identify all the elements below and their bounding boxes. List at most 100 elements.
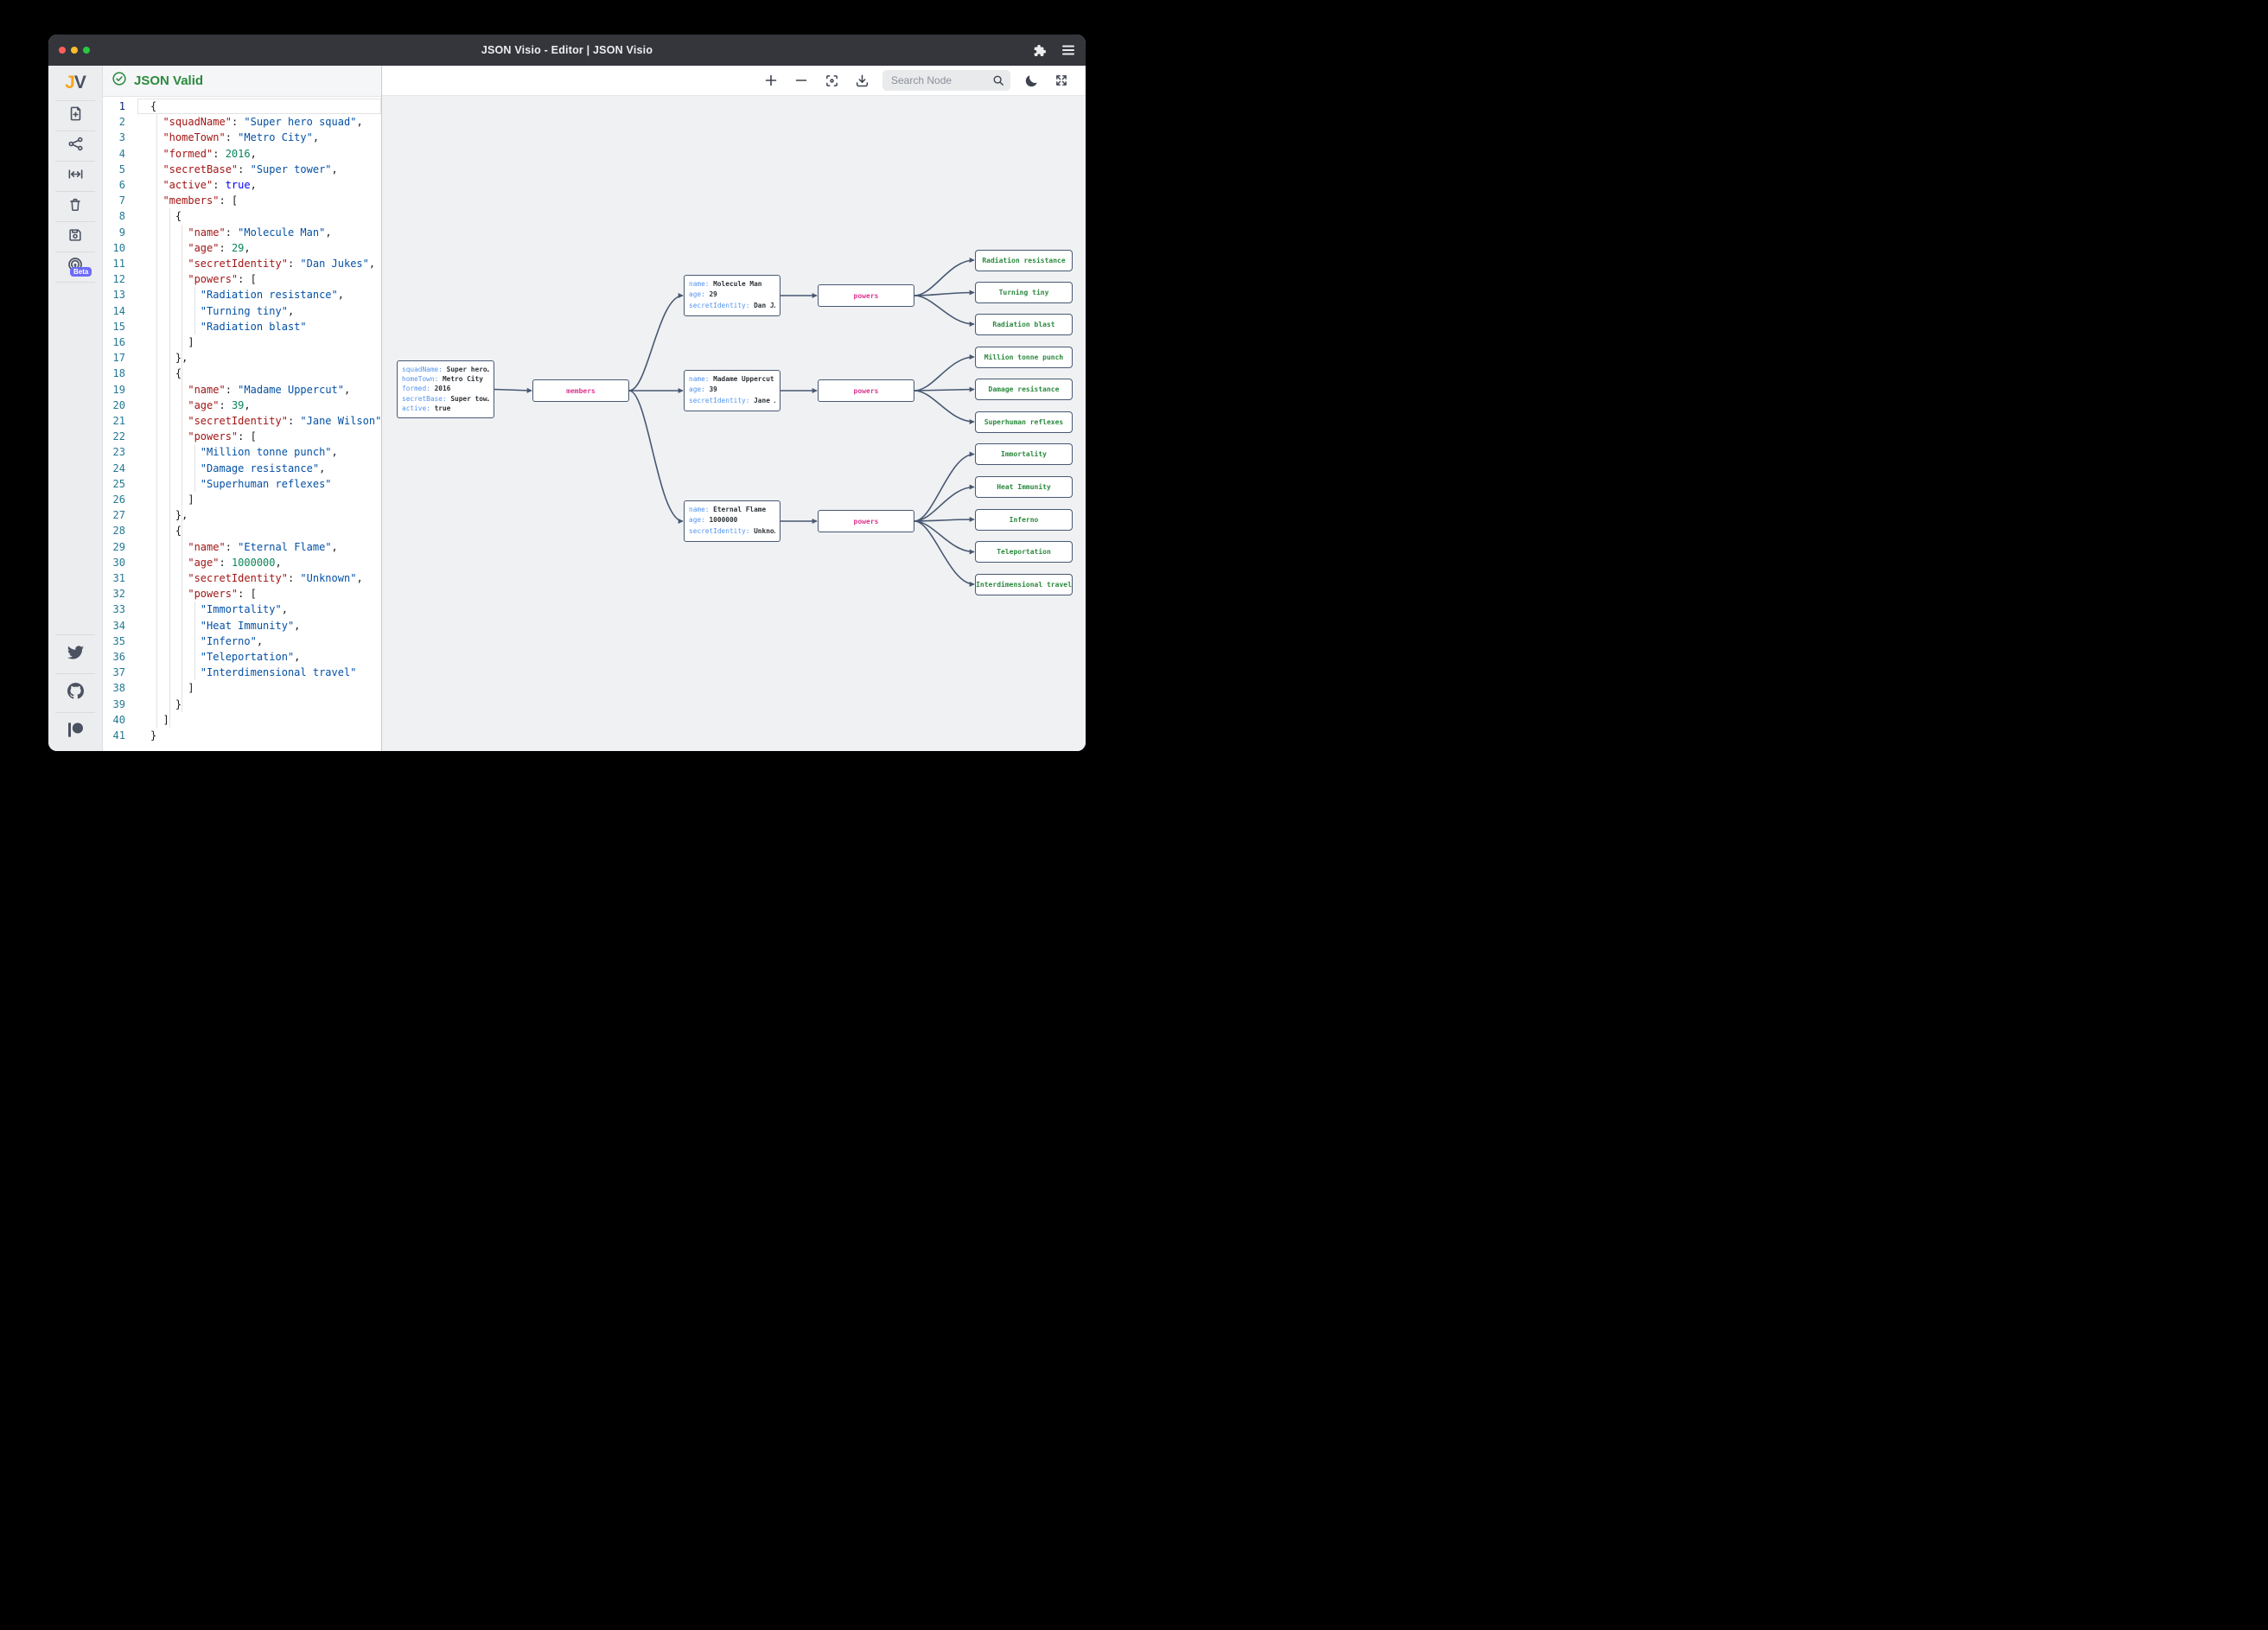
code-line[interactable]: 38 ] <box>103 680 381 696</box>
code-line[interactable]: 25 "Superhuman reflexes" <box>103 476 381 492</box>
zoom-out-button[interactable] <box>792 71 811 90</box>
graph-node-members[interactable]: members <box>532 379 629 402</box>
graph-node-leaf-11[interactable]: Interdimensional travel <box>975 574 1073 595</box>
close-button[interactable] <box>59 47 66 54</box>
graph-node-leaf-5[interactable]: Damage resistance <box>975 379 1073 400</box>
code-line[interactable]: 6 "active": true, <box>103 177 381 193</box>
code-line[interactable]: 24 "Damage resistance", <box>103 461 381 476</box>
code-line[interactable]: 30 "age": 1000000, <box>103 555 381 570</box>
line-number: 12 <box>103 271 125 287</box>
new-document-button[interactable] <box>48 101 102 131</box>
fullscreen-button[interactable] <box>1052 71 1071 90</box>
new-document-icon <box>67 105 84 126</box>
fit-width-button[interactable] <box>48 162 102 191</box>
code-line[interactable]: 8 { <box>103 208 381 224</box>
graph-canvas[interactable]: squadName: Super hero…homeTown: Metro Ci… <box>382 96 1086 751</box>
menu-icon[interactable] <box>1060 41 1077 59</box>
line-number: 25 <box>103 476 125 492</box>
line-number: 31 <box>103 570 125 586</box>
code-line[interactable]: 33 "Immortality", <box>103 602 381 617</box>
zoom-in-button[interactable] <box>761 71 780 90</box>
delete-button[interactable] <box>48 192 102 221</box>
code-line[interactable]: 12 "powers": [ <box>103 271 381 287</box>
code-line[interactable]: 18 { <box>103 366 381 381</box>
search-node-input[interactable] <box>882 70 1010 91</box>
github-link[interactable] <box>48 674 102 712</box>
code-line[interactable]: 16 ] <box>103 334 381 350</box>
graph-node-leaf-9[interactable]: Inferno <box>975 509 1073 531</box>
graph-node-powers-1[interactable]: powers <box>818 284 914 307</box>
center-view-button[interactable] <box>822 71 841 90</box>
line-number: 3 <box>103 130 125 145</box>
api-button[interactable]: Beta <box>48 252 102 282</box>
graph-node-leaf-3[interactable]: Radiation blast <box>975 314 1073 335</box>
graph-node-leaf-2[interactable]: Turning tiny <box>975 282 1073 303</box>
graph-node-root[interactable]: squadName: Super hero…homeTown: Metro Ci… <box>397 360 494 418</box>
code-line[interactable]: 34 "Heat Immunity", <box>103 618 381 634</box>
code-line[interactable]: 14 "Turning tiny", <box>103 303 381 319</box>
graph-node-leaf-4[interactable]: Million tonne punch <box>975 347 1073 368</box>
graph-node-leaf-10[interactable]: Teleportation <box>975 541 1073 563</box>
code-line[interactable]: 4 "formed": 2016, <box>103 146 381 162</box>
code-line[interactable]: 26 ] <box>103 492 381 507</box>
code-line[interactable]: 10 "age": 29, <box>103 240 381 256</box>
line-number: 28 <box>103 523 125 538</box>
code-line[interactable]: 13 "Radiation resistance", <box>103 287 381 302</box>
code-line[interactable]: 41} <box>103 728 381 743</box>
code-editor[interactable]: 1{2 "squadName": "Super hero squad",3 "h… <box>103 97 381 751</box>
code-line[interactable]: 21 "secretIdentity": "Jane Wilson", <box>103 413 381 429</box>
code-line[interactable]: 9 "name": "Molecule Man", <box>103 225 381 240</box>
patreon-icon <box>68 723 83 742</box>
code-line[interactable]: 7 "members": [ <box>103 193 381 208</box>
share-button[interactable] <box>48 131 102 161</box>
save-button[interactable] <box>48 222 102 252</box>
graph-node-leaf-7[interactable]: Immortality <box>975 443 1073 465</box>
graph-node-member-3[interactable]: name: Eternal Flameage: 1000000secretIde… <box>684 500 780 542</box>
app-logo[interactable]: JV <box>48 66 102 100</box>
code-line[interactable]: 27 }, <box>103 507 381 523</box>
graph-node-leaf-8[interactable]: Heat Immunity <box>975 476 1073 498</box>
download-button[interactable] <box>852 71 871 90</box>
code-line[interactable]: 3 "homeTown": "Metro City", <box>103 130 381 145</box>
code-line[interactable]: 40 ] <box>103 712 381 728</box>
line-number: 36 <box>103 649 125 665</box>
code-line[interactable]: 37 "Interdimensional travel" <box>103 665 381 680</box>
code-line[interactable]: 31 "secretIdentity": "Unknown", <box>103 570 381 586</box>
code-line[interactable]: 32 "powers": [ <box>103 586 381 602</box>
code-line[interactable]: 36 "Teleportation", <box>103 649 381 665</box>
graph-node-powers-3[interactable]: powers <box>818 510 914 532</box>
line-number: 5 <box>103 162 125 177</box>
graph-node-powers-2[interactable]: powers <box>818 379 914 402</box>
dark-mode-button[interactable] <box>1022 71 1041 90</box>
line-number: 38 <box>103 680 125 696</box>
code-line[interactable]: 15 "Radiation blast" <box>103 319 381 334</box>
code-line[interactable]: 5 "secretBase": "Super tower", <box>103 162 381 177</box>
code-line[interactable]: 2 "squadName": "Super hero squad", <box>103 114 381 130</box>
graph-node-member-2[interactable]: name: Madame Uppercutage: 39secretIdenti… <box>684 370 780 411</box>
code-line[interactable]: 39 } <box>103 697 381 712</box>
code-line[interactable]: 28 { <box>103 523 381 538</box>
extensions-icon[interactable] <box>1030 41 1048 59</box>
code-line[interactable]: 20 "age": 39, <box>103 398 381 413</box>
twitter-link[interactable] <box>48 635 102 673</box>
code-line[interactable]: 17 }, <box>103 350 381 366</box>
code-line[interactable]: 35 "Inferno", <box>103 634 381 649</box>
line-number: 40 <box>103 712 125 728</box>
code-line[interactable]: 1{ <box>103 99 381 114</box>
code-line[interactable]: 19 "name": "Madame Uppercut", <box>103 382 381 398</box>
line-number: 18 <box>103 366 125 381</box>
patreon-link[interactable] <box>48 713 102 751</box>
code-line[interactable]: 23 "Million tonne punch", <box>103 444 381 460</box>
graph-node-leaf-6[interactable]: Superhuman reflexes <box>975 411 1073 433</box>
minimize-button[interactable] <box>71 47 78 54</box>
graph-node-leaf-1[interactable]: Radiation resistance <box>975 250 1073 271</box>
code-line[interactable]: 22 "powers": [ <box>103 429 381 444</box>
line-number: 27 <box>103 507 125 523</box>
line-number: 24 <box>103 461 125 476</box>
line-number: 14 <box>103 303 125 319</box>
graph-node-member-1[interactable]: name: Molecule Manage: 29secretIdentity:… <box>684 275 780 316</box>
screen: JSON Visio - Editor | JSON Visio JV <box>0 0 1134 815</box>
code-line[interactable]: 11 "secretIdentity": "Dan Jukes", <box>103 256 381 271</box>
code-line[interactable]: 29 "name": "Eternal Flame", <box>103 539 381 555</box>
zoom-button[interactable] <box>83 47 90 54</box>
